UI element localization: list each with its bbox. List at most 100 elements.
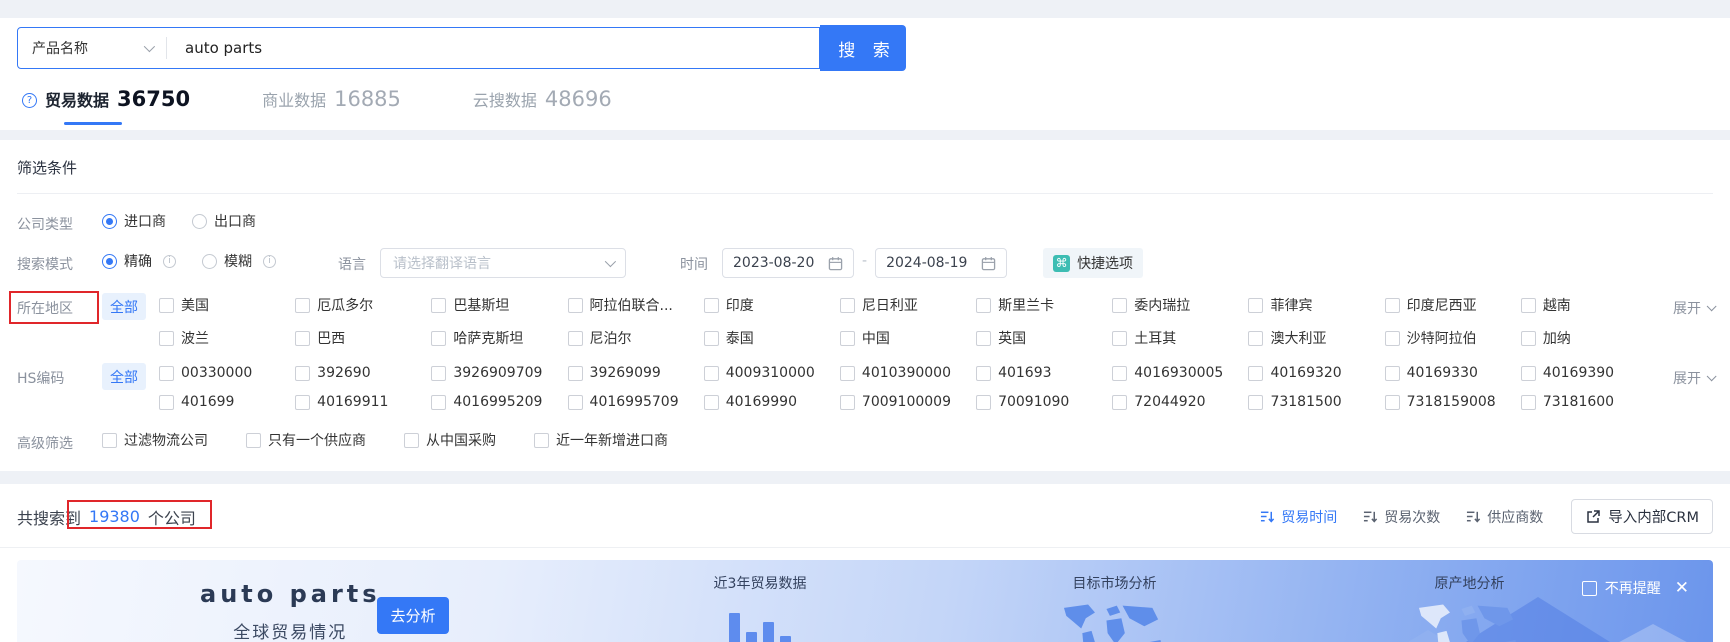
hs-code-checkbox[interactable]: 401699 <box>159 394 295 410</box>
region-checkbox[interactable]: 斯里兰卡 <box>976 295 1112 315</box>
radio-label: 模糊 <box>224 254 252 270</box>
hs-expand-link[interactable]: 展开 <box>1657 365 1717 388</box>
calendar-icon <box>828 256 843 270</box>
region-checkbox[interactable]: 沙特阿拉伯 <box>1384 328 1521 348</box>
hs-code-checkbox[interactable]: 4009310000 <box>703 365 840 381</box>
advanced-filter-checkbox[interactable]: 从中国采购 <box>404 430 502 450</box>
checkbox-icon <box>159 394 174 410</box>
hs-all-button[interactable]: 全部 <box>102 363 146 390</box>
tab-label: 商业数据 <box>262 91 327 110</box>
region-checkbox[interactable]: 尼日利亚 <box>839 295 976 315</box>
hs-code-checkbox[interactable]: 72044920 <box>1112 394 1248 410</box>
date-end-input[interactable]: 2024-08-19 <box>875 248 1008 278</box>
tab-cloud-search-data[interactable]: 云搜数据 48696 <box>473 87 612 125</box>
hs-code-checkbox[interactable]: 40169330 <box>1384 365 1521 381</box>
close-icon[interactable]: ✕ <box>1675 578 1689 598</box>
region-checkbox[interactable]: 澳大利亚 <box>1248 328 1384 348</box>
search-button[interactable]: 搜 索 <box>820 25 906 71</box>
sort-icon <box>1467 511 1481 523</box>
checkbox-icon <box>1520 365 1536 381</box>
hs-code-checkbox[interactable]: 40169911 <box>295 394 431 410</box>
advanced-filter-checkbox[interactable]: 近一年新增进口商 <box>534 430 674 450</box>
language-select[interactable]: 请选择翻译语言 <box>380 248 626 278</box>
region-checkbox[interactable]: 巴基斯坦 <box>431 295 567 315</box>
hs-code-checkbox[interactable]: 00330000 <box>159 365 295 381</box>
region-checkbox[interactable]: 哈萨克斯坦 <box>431 328 567 348</box>
hs-code-checkbox[interactable]: 3926909709 <box>431 365 567 381</box>
search-mode-label: 搜索模式 <box>17 257 73 273</box>
sort-label: 贸易时间 <box>1281 509 1338 526</box>
radio-exact[interactable]: 精确 i <box>102 251 176 271</box>
info-icon[interactable]: i <box>263 254 276 268</box>
checkbox-icon <box>976 330 992 346</box>
search-input[interactable]: auto parts <box>167 39 819 57</box>
region-checkbox[interactable]: 菲律宾 <box>1248 295 1384 315</box>
region-checkbox[interactable]: 土耳其 <box>1112 328 1248 348</box>
hs-code-checkbox[interactable]: 7318159008 <box>1384 394 1521 410</box>
region-checkbox[interactable]: 中国 <box>839 328 976 348</box>
region-all-button[interactable]: 全部 <box>102 293 146 320</box>
hs-code-checkbox[interactable]: 73181500 <box>1248 394 1384 410</box>
hs-code-checkbox[interactable]: 4016995209 <box>431 394 567 410</box>
region-checkbox[interactable]: 印度 <box>703 295 840 315</box>
checkbox-label: 巴基斯坦 <box>453 298 510 314</box>
region-label: 所在地区 <box>9 291 102 324</box>
info-icon[interactable]: i <box>163 254 176 268</box>
region-checkbox[interactable]: 印度尼西亚 <box>1384 295 1521 315</box>
bar <box>780 636 791 642</box>
hs-code-checkbox[interactable]: 40169320 <box>1248 365 1384 381</box>
sort-trade-count[interactable]: 贸易次数 <box>1363 507 1440 527</box>
hs-code-checkbox[interactable]: 4010390000 <box>839 365 976 381</box>
region-checkbox-grid: 美国 厄瓜多尔 巴基斯坦 阿拉伯联合... 印度 尼日利亚 斯里兰卡 委内瑞拉 … <box>159 295 1657 348</box>
hs-code-checkbox[interactable]: 401693 <box>976 365 1112 381</box>
region-checkbox[interactable]: 越南 <box>1520 295 1657 315</box>
region-checkbox[interactable]: 尼泊尔 <box>567 328 704 348</box>
analysis-banner[interactable]: auto parts 全球贸易情况 去分析 近3年贸易数据 目标市场分析 原产地… <box>17 560 1713 642</box>
hs-code-checkbox[interactable]: 4016930005 <box>1112 365 1248 381</box>
hs-code-checkbox[interactable]: 40169390 <box>1520 365 1657 381</box>
advanced-filter-checkbox[interactable]: 只有一个供应商 <box>246 430 372 450</box>
region-checkbox[interactable]: 美国 <box>159 295 295 315</box>
hs-code-checkbox[interactable]: 4016995709 <box>567 394 704 410</box>
region-checkbox[interactable]: 厄瓜多尔 <box>295 295 431 315</box>
hs-code-row: HS编码 全部 00330000 392690 3926909709 39269… <box>17 363 1717 410</box>
region-checkbox[interactable]: 加纳 <box>1520 328 1657 348</box>
sort-icon <box>1261 511 1275 523</box>
tab-business-data[interactable]: 商业数据 16885 <box>262 87 401 125</box>
checkbox-label: 70091090 <box>998 394 1070 410</box>
import-crm-button[interactable]: 导入内部CRM <box>1571 499 1713 534</box>
radio-fuzzy[interactable]: 模糊 i <box>202 251 276 271</box>
advanced-filter-checkbox[interactable]: 过滤物流公司 <box>102 430 214 450</box>
export-icon <box>1587 509 1601 523</box>
help-icon[interactable]: ? <box>22 92 37 108</box>
checkbox-icon <box>295 365 311 381</box>
data-tabs: ? 贸易数据 36750 商业数据 16885 云搜数据 48696 <box>22 87 1730 125</box>
results-count: 19380 <box>89 507 140 526</box>
region-checkbox[interactable]: 阿拉伯联合... <box>567 295 704 315</box>
analyze-button[interactable]: 去分析 <box>377 597 449 634</box>
region-checkbox[interactable]: 委内瑞拉 <box>1112 295 1248 315</box>
sort-trade-time[interactable]: 贸易时间 <box>1260 507 1337 527</box>
hs-code-checkbox[interactable]: 39269099 <box>567 365 704 381</box>
time-label: 时间 <box>680 257 708 273</box>
hs-code-checkbox[interactable]: 70091090 <box>976 394 1112 410</box>
tab-trade-data[interactable]: ? 贸易数据 36750 <box>22 87 190 125</box>
region-expand-link[interactable]: 展开 <box>1657 295 1717 318</box>
sort-supplier-count[interactable]: 供应商数 <box>1466 507 1543 527</box>
hs-code-checkbox[interactable]: 73181600 <box>1520 394 1657 410</box>
dismiss-checkbox[interactable] <box>1581 580 1597 596</box>
hs-code-checkbox[interactable]: 7009100009 <box>839 394 976 410</box>
region-checkbox[interactable]: 泰国 <box>703 328 840 348</box>
radio-exporter[interactable]: 出口商 <box>192 211 256 231</box>
date-start-input[interactable]: 2023-08-20 <box>722 248 854 278</box>
quick-options-button[interactable]: ⌘ 快捷选项 <box>1043 248 1144 278</box>
search-category-select[interactable]: 产品名称 <box>18 38 166 58</box>
checkbox-label: 40169990 <box>725 394 797 410</box>
hs-code-checkbox[interactable]: 40169990 <box>703 394 840 410</box>
region-checkbox[interactable]: 波兰 <box>159 328 295 348</box>
radio-importer[interactable]: 进口商 <box>102 211 166 231</box>
hs-code-checkbox[interactable]: 392690 <box>295 365 431 381</box>
region-checkbox[interactable]: 巴西 <box>295 328 431 348</box>
region-checkbox[interactable]: 英国 <box>976 328 1112 348</box>
tab-count: 16885 <box>334 87 401 111</box>
